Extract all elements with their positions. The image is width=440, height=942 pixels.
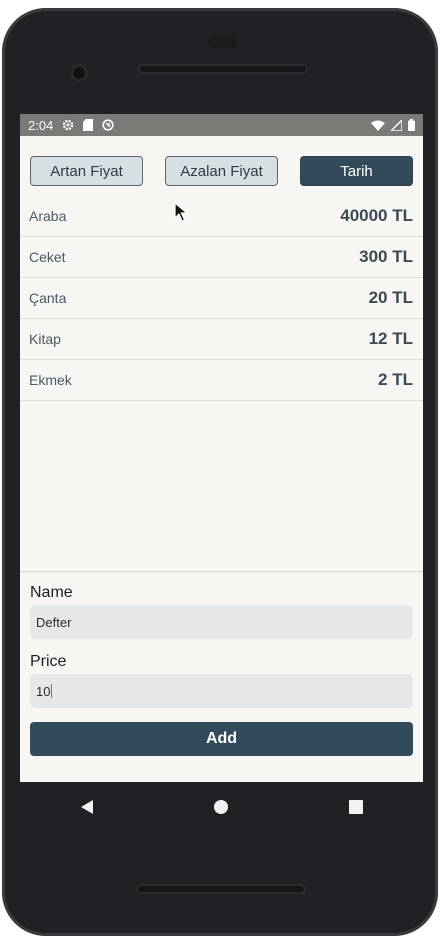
item-name: Çanta bbox=[29, 290, 67, 306]
sync-icon bbox=[102, 119, 114, 131]
name-label: Name bbox=[30, 584, 73, 601]
mouse-pointer-icon bbox=[174, 201, 189, 227]
form-divider bbox=[20, 571, 423, 572]
price-label: Price bbox=[30, 653, 67, 670]
android-nav-bar bbox=[20, 782, 423, 832]
price-input[interactable]: 10 bbox=[30, 674, 413, 708]
item-name: Ceket bbox=[29, 249, 66, 265]
name-input[interactable]: Defter bbox=[30, 605, 413, 639]
sd-card-icon bbox=[83, 119, 94, 131]
front-camera bbox=[70, 64, 88, 82]
list-item[interactable]: Ceket 300 TL bbox=[20, 237, 423, 278]
item-name: Ekmek bbox=[29, 372, 72, 388]
item-price: 300 TL bbox=[359, 247, 413, 266]
status-time: 2:04 bbox=[28, 117, 54, 133]
item-price: 12 TL bbox=[368, 329, 413, 348]
earpiece-speaker bbox=[138, 64, 308, 74]
sort-descending-price-button[interactable]: Azalan Fiyat bbox=[165, 156, 278, 186]
app-screen: 2:04 Artan Fiyat Azalan Fiyat Tarih Arab… bbox=[20, 114, 423, 782]
list-item[interactable]: Ekmek 2 TL bbox=[20, 360, 423, 401]
wifi-icon bbox=[371, 120, 385, 131]
sort-ascending-price-button[interactable]: Artan Fiyat bbox=[30, 156, 143, 186]
sort-toolbar: Artan Fiyat Azalan Fiyat Tarih bbox=[20, 136, 423, 186]
signal-icon bbox=[391, 119, 402, 131]
item-price: 40000 TL bbox=[340, 206, 413, 225]
home-icon[interactable] bbox=[213, 799, 229, 815]
status-bar: 2:04 bbox=[20, 114, 423, 136]
item-name: Kitap bbox=[29, 331, 61, 347]
list-item[interactable]: Araba 40000 TL bbox=[20, 196, 423, 237]
proximity-sensor bbox=[208, 38, 238, 48]
bottom-speaker bbox=[136, 884, 306, 894]
add-button[interactable]: Add bbox=[30, 722, 413, 756]
item-name: Araba bbox=[29, 208, 67, 224]
back-icon[interactable] bbox=[79, 799, 95, 815]
recents-icon[interactable] bbox=[348, 799, 364, 815]
name-input-value: Defter bbox=[36, 614, 72, 630]
item-price: 20 TL bbox=[368, 288, 413, 307]
item-price: 2 TL bbox=[378, 370, 413, 389]
list-item[interactable]: Kitap 12 TL bbox=[20, 319, 423, 360]
battery-icon bbox=[408, 119, 415, 131]
product-list: Araba 40000 TL Ceket 300 TL Çanta 20 TL … bbox=[20, 196, 423, 401]
text-caret bbox=[51, 684, 53, 698]
sort-date-button[interactable]: Tarih bbox=[300, 156, 413, 186]
gear-icon bbox=[62, 119, 74, 131]
list-item[interactable]: Çanta 20 TL bbox=[20, 278, 423, 319]
add-item-form: Name Defter Price 10 Add bbox=[20, 584, 423, 756]
price-input-value: 10 bbox=[36, 683, 51, 699]
